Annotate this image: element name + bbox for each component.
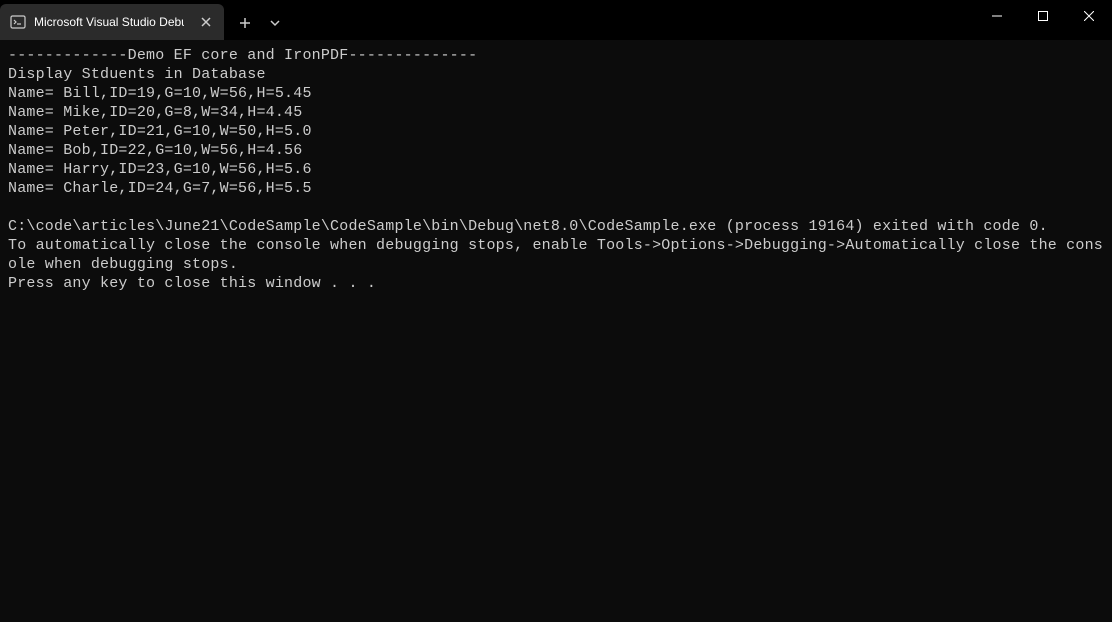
window-controls xyxy=(974,0,1112,32)
console-line: Name= Bill,ID=19,G=10,W=56,H=5.45 xyxy=(8,84,1104,103)
maximize-button[interactable] xyxy=(1020,0,1066,32)
terminal-icon xyxy=(10,14,26,30)
console-line: Display Stduents in Database xyxy=(8,65,1104,84)
tab-close-button[interactable] xyxy=(198,14,214,30)
console-line: To automatically close the console when … xyxy=(8,236,1104,274)
titlebar-left: Microsoft Visual Studio Debug xyxy=(0,0,290,40)
console-line: Name= Peter,ID=21,G=10,W=50,H=5.0 xyxy=(8,122,1104,141)
titlebar: Microsoft Visual Studio Debug xyxy=(0,0,1112,40)
console-line: Name= Charle,ID=24,G=7,W=56,H=5.5 xyxy=(8,179,1104,198)
tab-dropdown-button[interactable] xyxy=(260,8,290,38)
console-line: -------------Demo EF core and IronPDF---… xyxy=(8,46,1104,65)
console-line: Press any key to close this window . . . xyxy=(8,274,1104,293)
console-line: Name= Mike,ID=20,G=8,W=34,H=4.45 xyxy=(8,103,1104,122)
close-window-button[interactable] xyxy=(1066,0,1112,32)
console-line xyxy=(8,198,1104,217)
minimize-button[interactable] xyxy=(974,0,1020,32)
console-line: Name= Harry,ID=23,G=10,W=56,H=5.6 xyxy=(8,160,1104,179)
console-line: Name= Bob,ID=22,G=10,W=56,H=4.56 xyxy=(8,141,1104,160)
console-output[interactable]: -------------Demo EF core and IronPDF---… xyxy=(0,40,1112,622)
console-line: C:\code\articles\June21\CodeSample\CodeS… xyxy=(8,217,1104,236)
active-tab[interactable]: Microsoft Visual Studio Debug xyxy=(0,4,224,40)
new-tab-button[interactable] xyxy=(230,8,260,38)
tab-title: Microsoft Visual Studio Debug xyxy=(34,15,184,29)
